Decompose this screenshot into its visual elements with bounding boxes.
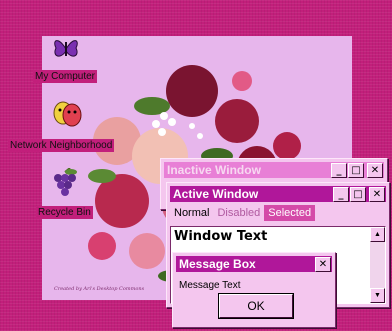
inactive-window-title: Inactive Window [167,163,261,177]
icon-label-recycle-bin: Recycle Bin [36,206,93,219]
active-window-title: Active Window [173,187,259,201]
menu-item-normal[interactable]: Normal [170,205,213,221]
active-window-titlebar[interactable]: Active Window _ □ ✕ [170,186,386,202]
menu-item-selected[interactable]: Selected [264,205,316,221]
inactive-window-titlebar[interactable]: Inactive Window _ □ ✕ [164,162,384,178]
active-close-button[interactable]: ✕ [369,187,385,202]
vertical-scrollbar[interactable]: ▲ ▼ [370,227,385,303]
active-maximize-button[interactable]: □ [350,187,366,202]
inactive-close-button[interactable]: ✕ [367,163,383,178]
menu-item-disabled: Disabled [217,207,261,219]
message-box-title: Message Box [179,257,256,271]
active-window-menubar: Normal Disabled Selected [170,205,316,221]
active-minimize-button[interactable]: _ [333,187,349,202]
scroll-up-arrow-icon[interactable]: ▲ [370,227,385,242]
icon-label-my-computer: My Computer [33,70,98,83]
butterfly-icon [54,40,78,57]
scroll-down-arrow-icon[interactable]: ▼ [370,288,385,303]
message-text: Message Text [179,280,241,291]
ok-button[interactable]: OK [218,293,294,319]
window-text: Window Text [174,229,268,244]
theater-masks-icon [53,101,82,127]
grapes-icon [54,168,77,196]
message-box[interactable]: Message Box ✕ Message Text OK [172,252,336,328]
message-box-titlebar[interactable]: Message Box ✕ [176,256,332,272]
inactive-minimize-button[interactable]: _ [331,163,347,178]
icon-label-network-neighborhood: Network Neighborhood [8,139,115,152]
wallpaper-credit: Created by Ari's Desktop Commons [54,286,145,292]
inactive-maximize-button[interactable]: □ [348,163,364,178]
message-box-close-button[interactable]: ✕ [315,257,331,272]
